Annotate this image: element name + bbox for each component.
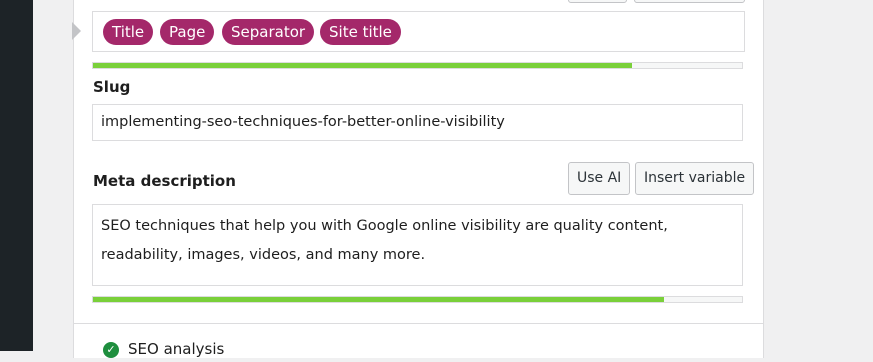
seo-settings-panel: Title Page Separator Site title Slug imp…: [72, 0, 764, 358]
slug-input[interactable]: implementing-seo-techniques-for-better-o…: [92, 104, 743, 141]
top-button-right[interactable]: [634, 0, 745, 3]
seo-title-progress: [92, 62, 743, 69]
meta-description-progress-fill: [93, 297, 665, 302]
variable-separator[interactable]: Separator: [222, 19, 315, 45]
top-button-left[interactable]: [568, 0, 627, 3]
meta-description-label: Meta description: [93, 172, 236, 190]
meta-description-progress: [92, 296, 743, 303]
insert-variable-button[interactable]: Insert variable: [635, 162, 755, 195]
variable-page[interactable]: Page: [160, 19, 215, 45]
seo-title-editor[interactable]: Title Page Separator Site title: [72, 11, 745, 52]
use-ai-button[interactable]: Use AI: [568, 162, 631, 195]
section-divider: [74, 323, 763, 324]
caret-right-icon: [72, 22, 81, 40]
seo-title-progress-fill: [93, 63, 632, 68]
admin-sidebar: [0, 0, 33, 351]
slug-label: Slug: [93, 78, 131, 96]
variable-title[interactable]: Title: [103, 19, 154, 45]
meta-description-input[interactable]: SEO techniques that help you with Google…: [92, 204, 743, 286]
seo-analysis-label: SEO analysis: [128, 340, 225, 358]
variable-site-title[interactable]: Site title: [320, 19, 401, 45]
check-circle-icon: ✓: [103, 342, 119, 358]
